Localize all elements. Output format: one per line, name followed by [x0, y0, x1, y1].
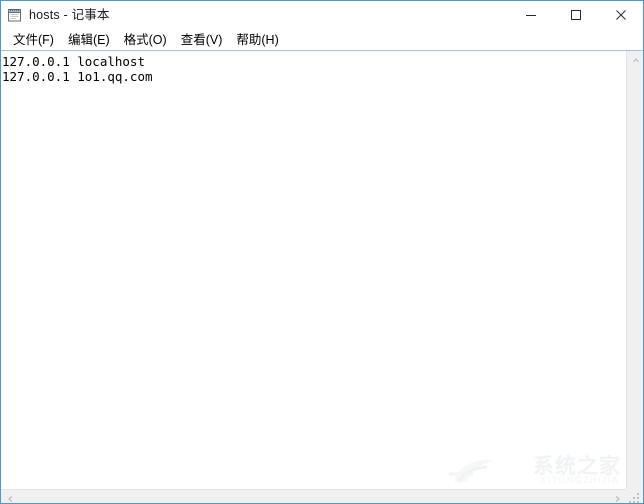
text-line: 127.0.0.1 localhost: [2, 54, 145, 69]
menu-item-edit[interactable]: 编辑(E): [61, 30, 117, 50]
scroll-left-arrow-icon[interactable]: [1, 490, 18, 503]
menu-item-file[interactable]: 文件(F): [6, 30, 61, 50]
notepad-icon: [7, 7, 23, 23]
scroll-right-arrow-icon[interactable]: [609, 490, 626, 503]
minimize-button[interactable]: [508, 1, 553, 29]
window-title: hosts - 记事本: [29, 8, 110, 22]
vertical-scrollbar[interactable]: [626, 51, 643, 489]
menu-item-view[interactable]: 查看(V): [174, 30, 230, 50]
resize-grip[interactable]: [626, 489, 643, 503]
text-line: 127.0.0.1 1o1.qq.com: [2, 69, 153, 84]
notepad-window: hosts - 记事本 文件(F) 编辑(E) 格式(O) 查看(V) 帮助(H…: [0, 0, 644, 504]
scroll-up-arrow-icon[interactable]: [627, 51, 643, 68]
editor-region: 127.0.0.1 localhost 127.0.0.1 1o1.qq.com…: [1, 51, 643, 503]
text-editor[interactable]: 127.0.0.1 localhost 127.0.0.1 1o1.qq.com: [1, 51, 625, 488]
maximize-button[interactable]: [553, 1, 598, 29]
menu-item-help[interactable]: 帮助(H): [229, 30, 285, 50]
menu-bar: 文件(F) 编辑(E) 格式(O) 查看(V) 帮助(H): [1, 29, 643, 51]
close-button[interactable]: [598, 1, 643, 29]
window-controls: [508, 1, 643, 29]
menu-item-format[interactable]: 格式(O): [117, 30, 174, 50]
horizontal-scrollbar[interactable]: [1, 489, 626, 503]
title-bar[interactable]: hosts - 记事本: [1, 1, 643, 29]
